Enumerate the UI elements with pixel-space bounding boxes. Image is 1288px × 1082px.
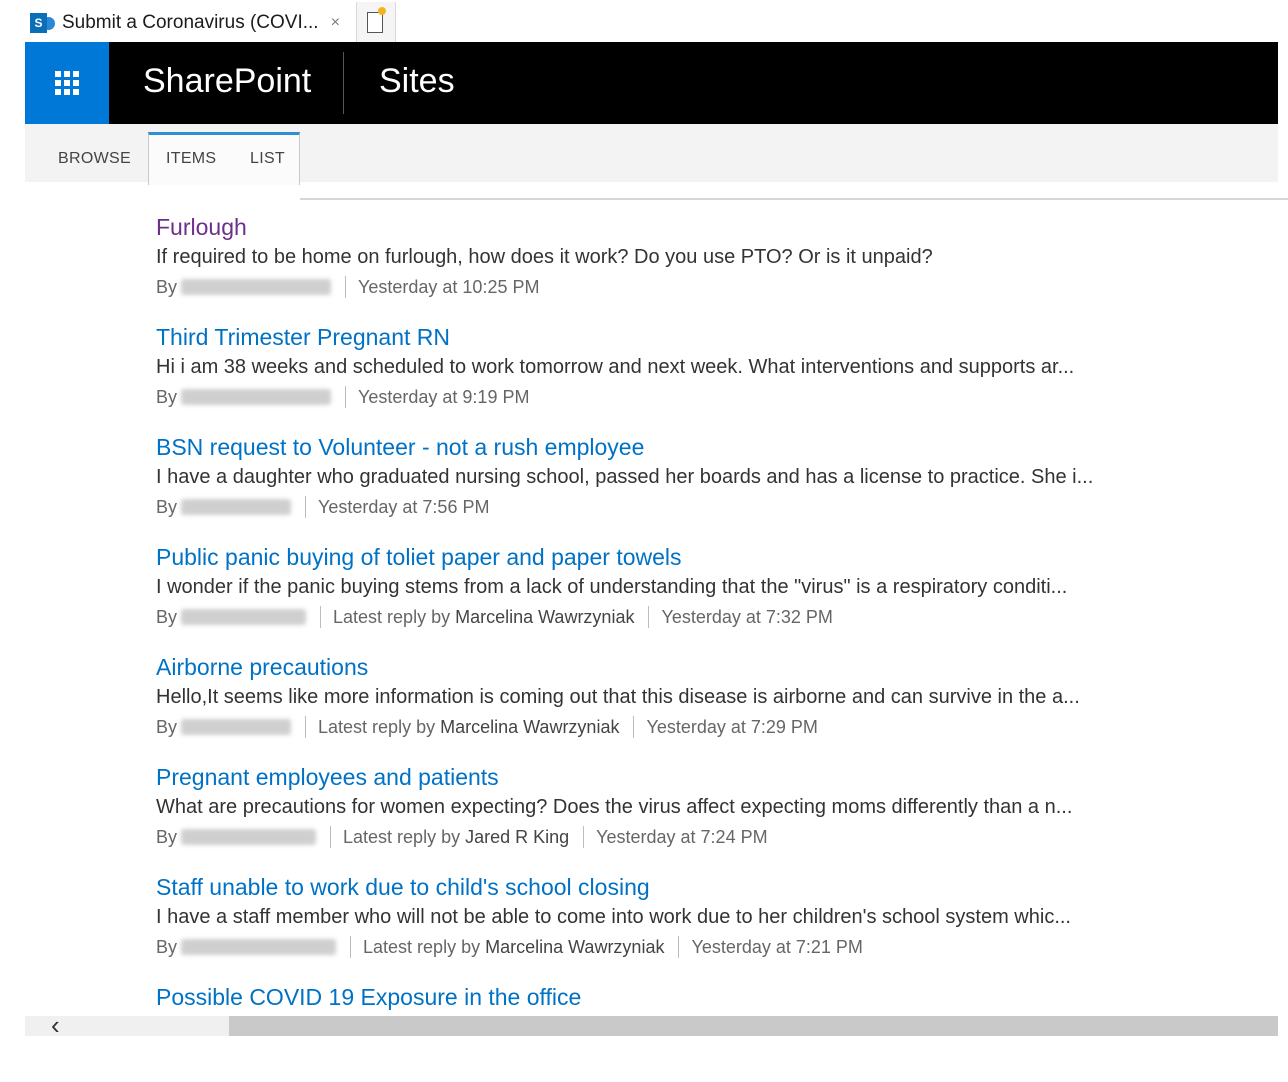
suite-divider <box>343 52 344 114</box>
sparkle-icon <box>378 7 386 15</box>
discussion-item: BSN request to Volunteer - not a rush em… <box>156 432 1156 532</box>
author-name-redacted[interactable] <box>181 499 292 515</box>
new-tab-button[interactable] <box>356 2 396 42</box>
discussion-meta: By Yesterday at 7:56 PM <box>156 492 1156 522</box>
scroll-left-icon[interactable]: ‹ <box>51 1010 60 1041</box>
author-name-redacted[interactable] <box>181 719 292 735</box>
by-label: By <box>156 497 178 517</box>
discussion-snippet: I have a staff member who will not be ab… <box>156 906 1071 928</box>
ribbon-divider <box>300 198 1288 200</box>
discussion-title-link[interactable]: Staff unable to work due to child's scho… <box>156 872 1156 902</box>
discussion-title-link[interactable]: Pregnant employees and patients <box>156 762 1156 792</box>
tab-list[interactable]: LIST <box>250 150 285 168</box>
by-label: By <box>156 277 178 297</box>
discussion-item: Furlough If required to be home on furlou… <box>156 212 1156 312</box>
author-name-redacted[interactable] <box>181 609 307 625</box>
post-timestamp: Yesterday at 7:24 PM <box>596 827 768 847</box>
meta-separator <box>633 716 635 738</box>
tab-browse[interactable]: BROWSE <box>58 150 131 168</box>
author-name-redacted[interactable] <box>181 389 332 405</box>
latest-reply-label: Latest reply by <box>343 827 461 847</box>
author-name-redacted[interactable] <box>181 829 317 845</box>
latest-reply-label: Latest reply by <box>363 937 481 957</box>
meta-separator <box>583 826 585 848</box>
latest-reply-author[interactable]: Marcelina Wawrzyniak <box>485 932 664 962</box>
discussion-item: Airborne precautions Hello,It seems like … <box>156 652 1156 752</box>
discussion-meta: By Latest reply by Marcelina Wawrzyniak Yes… <box>156 932 1156 962</box>
app-launcher-button[interactable] <box>25 42 109 124</box>
by-label: By <box>156 937 178 957</box>
scrollbar-thumb[interactable] <box>229 1016 1278 1036</box>
by-label: By <box>156 607 178 627</box>
new-document-icon <box>367 12 383 33</box>
post-timestamp: Yesterday at 7:56 PM <box>318 497 490 517</box>
latest-reply-label: Latest reply by <box>333 607 451 627</box>
latest-reply-label: Latest reply by <box>318 717 436 737</box>
meta-separator <box>678 936 680 958</box>
meta-separator <box>320 606 322 628</box>
suite-brand-link[interactable]: SharePoint <box>143 62 311 101</box>
post-timestamp: Yesterday at 7:21 PM <box>691 937 863 957</box>
meta-separator <box>350 936 352 958</box>
discussion-title-link[interactable]: Furlough <box>156 212 1156 242</box>
sites-link[interactable]: Sites <box>379 62 455 101</box>
meta-separator <box>648 606 650 628</box>
horizontal-scrollbar[interactable]: ‹ <box>25 1010 1278 1040</box>
discussion-title-link[interactable]: Third Trimester Pregnant RN <box>156 322 1156 352</box>
browser-tab-strip: S Submit a Coronavirus (COVI... × <box>0 0 1288 42</box>
meta-separator <box>330 826 332 848</box>
discussion-title-link[interactable]: Airborne precautions <box>156 652 1156 682</box>
tab-items[interactable]: ITEMS <box>166 150 216 168</box>
suite-bar: SharePoint Sites <box>25 42 1278 124</box>
post-timestamp: Yesterday at 10:25 PM <box>358 277 540 297</box>
ribbon: BROWSE ITEMS LIST <box>25 124 1288 200</box>
post-timestamp: Yesterday at 7:32 PM <box>661 607 833 627</box>
discussion-item: Staff unable to work due to child's scho… <box>156 872 1156 972</box>
discussion-snippet: Hello,It seems like more information is … <box>156 686 1080 708</box>
waffle-icon <box>55 71 79 95</box>
meta-separator <box>345 386 347 408</box>
discussion-item: Public panic buying of toliet paper and … <box>156 542 1156 642</box>
by-label: By <box>156 827 178 847</box>
discussion-meta: By Latest reply by Marcelina Wawrzyniak Yes… <box>156 712 1156 742</box>
by-label: By <box>156 387 178 407</box>
discussion-item: Pregnant employees and patients What are … <box>156 762 1156 862</box>
meta-separator <box>345 276 347 298</box>
author-name-redacted[interactable] <box>181 939 337 955</box>
discussion-snippet: I have a daughter who graduated nursing … <box>156 466 1094 488</box>
close-icon[interactable]: × <box>331 14 340 32</box>
latest-reply-author[interactable]: Marcelina Wawrzyniak <box>455 602 634 632</box>
discussion-title-link[interactable]: Possible COVID 19 Exposure in the office <box>156 982 1156 1012</box>
discussion-snippet: Hi i am 38 weeks and scheduled to work t… <box>156 356 1075 378</box>
discussion-title-link[interactable]: BSN request to Volunteer - not a rush em… <box>156 432 1156 462</box>
latest-reply-author[interactable]: Marcelina Wawrzyniak <box>440 712 619 742</box>
latest-reply-author[interactable]: Jared R King <box>465 822 569 852</box>
browser-tab-title: Submit a Coronavirus (COVI... <box>62 12 319 33</box>
meta-separator <box>305 496 307 518</box>
discussion-meta: By Yesterday at 9:19 PM <box>156 382 1156 412</box>
browser-tab[interactable]: S Submit a Coronavirus (COVI... × <box>30 8 354 38</box>
discussion-snippet: I wonder if the panic buying stems from … <box>156 576 1068 598</box>
discussion-item: Third Trimester Pregnant RN Hi i am 38 we… <box>156 322 1156 422</box>
discussion-meta: By Yesterday at 10:25 PM <box>156 272 1156 302</box>
discussion-meta: By Latest reply by Jared R King Yesterday a… <box>156 822 1156 852</box>
discussion-snippet: If required to be home on furlough, how … <box>156 246 933 268</box>
discussion-snippet: What are precautions for women expecting… <box>156 796 1073 818</box>
meta-separator <box>305 716 307 738</box>
sharepoint-favicon-icon: S <box>30 12 56 34</box>
discussion-title-link[interactable]: Public panic buying of toliet paper and … <box>156 542 1156 572</box>
post-timestamp: Yesterday at 9:19 PM <box>358 387 530 407</box>
post-timestamp: Yesterday at 7:29 PM <box>646 717 818 737</box>
by-label: By <box>156 717 178 737</box>
author-name-redacted[interactable] <box>181 279 332 295</box>
discussion-meta: By Latest reply by Marcelina Wawrzyniak Yes… <box>156 602 1156 632</box>
